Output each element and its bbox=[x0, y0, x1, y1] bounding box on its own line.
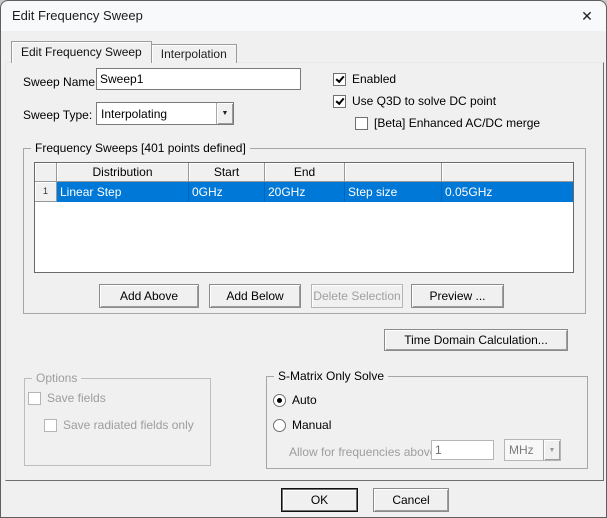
beta-merge-checkbox-row: [Beta] Enhanced AC/DC merge bbox=[355, 116, 540, 130]
add-below-button[interactable]: Add Below bbox=[209, 284, 301, 308]
frequency-unit-value: MHz bbox=[509, 443, 534, 457]
header-col4[interactable] bbox=[345, 163, 442, 182]
cell-step-size[interactable]: 0.05GHz bbox=[442, 182, 573, 202]
enabled-label: Enabled bbox=[352, 72, 397, 86]
sweep-name-label: Sweep Name: bbox=[23, 75, 99, 89]
beta-merge-checkbox[interactable] bbox=[355, 116, 368, 130]
chevron-down-icon: ▼ bbox=[543, 440, 560, 460]
cell-distribution[interactable]: Linear Step bbox=[57, 182, 189, 202]
auto-label: Auto bbox=[292, 393, 317, 407]
allow-frequencies-label: Allow for frequencies above bbox=[289, 445, 437, 459]
frequency-sweeps-table: Distribution Start End 1 Linear Step 0GH… bbox=[34, 162, 574, 273]
edit-frequency-sweep-dialog: Edit Frequency Sweep ✕ Edit Frequency Sw… bbox=[0, 0, 607, 518]
save-radiated-checkbox bbox=[44, 418, 57, 432]
cancel-button[interactable]: Cancel bbox=[373, 488, 449, 512]
header-start[interactable]: Start bbox=[189, 163, 265, 182]
tab-edit-frequency-sweep[interactable]: Edit Frequency Sweep bbox=[11, 41, 152, 63]
use-q3d-checkbox[interactable] bbox=[333, 94, 346, 108]
add-above-button[interactable]: Add Above bbox=[99, 284, 199, 308]
header-end[interactable]: End bbox=[265, 163, 345, 182]
sweep-name-input[interactable] bbox=[96, 68, 301, 90]
use-q3d-checkbox-row: Use Q3D to solve DC point bbox=[333, 94, 496, 108]
frequency-threshold-input bbox=[431, 440, 494, 460]
header-rownum[interactable] bbox=[35, 163, 57, 182]
table-header: Distribution Start End bbox=[35, 163, 573, 182]
delete-selection-button: Delete Selection bbox=[311, 284, 403, 308]
sweep-type-select[interactable]: Interpolating ▼ bbox=[96, 102, 234, 125]
sweep-type-label: Sweep Type: bbox=[23, 108, 93, 122]
save-fields-label: Save fields bbox=[47, 391, 106, 405]
frequency-sweeps-group-title: Frequency Sweeps [401 points defined] bbox=[31, 141, 250, 155]
frequency-unit-select: MHz ▼ bbox=[504, 439, 561, 461]
window-title: Edit Frequency Sweep bbox=[12, 8, 143, 23]
options-group-title: Options bbox=[32, 371, 82, 385]
use-q3d-label: Use Q3D to solve DC point bbox=[352, 94, 497, 108]
row-number[interactable]: 1 bbox=[35, 182, 57, 202]
header-distribution[interactable]: Distribution bbox=[57, 163, 189, 182]
enabled-checkbox-row: Enabled bbox=[333, 72, 396, 86]
auto-radio-row: Auto bbox=[273, 393, 317, 407]
save-radiated-label: Save radiated fields only bbox=[63, 418, 194, 432]
tab-strip: Edit Frequency Sweep Interpolation bbox=[11, 41, 237, 63]
enabled-checkbox[interactable] bbox=[333, 72, 346, 86]
auto-radio[interactable] bbox=[273, 393, 286, 407]
beta-merge-label: [Beta] Enhanced AC/DC merge bbox=[374, 116, 541, 130]
manual-label: Manual bbox=[292, 418, 332, 432]
cell-step-type[interactable]: Step size bbox=[345, 182, 442, 202]
titlebar: Edit Frequency Sweep ✕ bbox=[1, 1, 606, 31]
table-row[interactable]: 1 Linear Step 0GHz 20GHz Step size 0.05G… bbox=[35, 182, 573, 202]
ok-button[interactable]: OK bbox=[281, 488, 358, 512]
close-icon[interactable]: ✕ bbox=[574, 4, 600, 28]
cell-end[interactable]: 20GHz bbox=[265, 182, 345, 202]
tab-interpolation[interactable]: Interpolation bbox=[151, 44, 237, 63]
save-fields-checkbox bbox=[28, 391, 41, 405]
manual-radio[interactable] bbox=[273, 418, 286, 432]
save-radiated-row: Save radiated fields only bbox=[44, 418, 194, 432]
smatrix-group-title: S-Matrix Only Solve bbox=[274, 369, 389, 383]
sweep-type-value: Interpolating bbox=[101, 106, 168, 121]
save-fields-row: Save fields bbox=[28, 391, 106, 405]
cell-start[interactable]: 0GHz bbox=[189, 182, 265, 202]
time-domain-calculation-button[interactable]: Time Domain Calculation... bbox=[384, 329, 568, 351]
header-col5[interactable] bbox=[442, 163, 573, 182]
preview-button[interactable]: Preview ... bbox=[411, 284, 504, 308]
manual-radio-row: Manual bbox=[273, 418, 331, 432]
chevron-down-icon[interactable]: ▼ bbox=[216, 103, 233, 124]
